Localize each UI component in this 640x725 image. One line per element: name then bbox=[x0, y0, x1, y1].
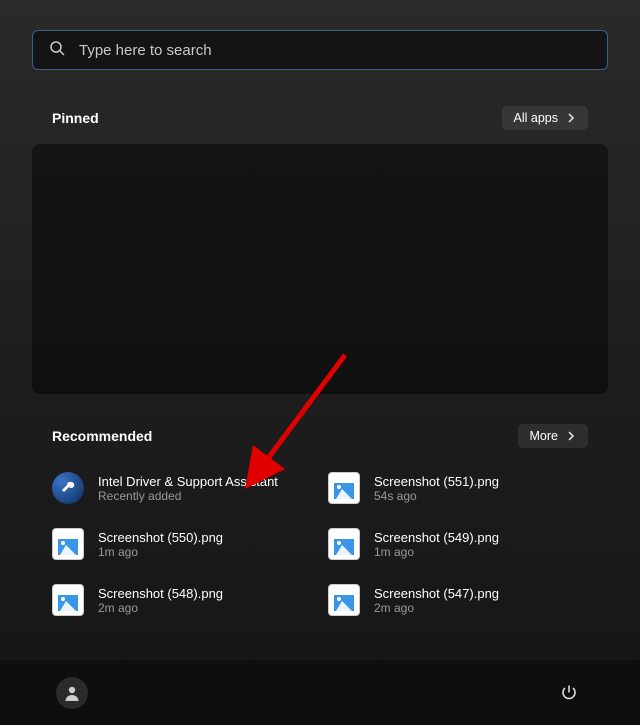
recommended-title: Recommended bbox=[52, 428, 152, 444]
recommended-item-subtitle: 2m ago bbox=[374, 601, 499, 615]
start-menu: Pinned All apps Recommended More Int bbox=[0, 0, 640, 618]
pinned-title: Pinned bbox=[52, 110, 99, 126]
recommended-item-title: Screenshot (549).png bbox=[374, 530, 499, 545]
recommended-item-title: Screenshot (547).png bbox=[374, 586, 499, 601]
image-file-icon bbox=[52, 528, 84, 560]
start-footer bbox=[0, 659, 640, 725]
recommended-item-subtitle: 2m ago bbox=[98, 601, 223, 615]
chevron-right-icon bbox=[566, 431, 576, 441]
recommended-item-subtitle: 1m ago bbox=[98, 545, 223, 559]
chevron-right-icon bbox=[566, 113, 576, 123]
more-button[interactable]: More bbox=[518, 424, 588, 448]
pinned-header: Pinned All apps bbox=[32, 106, 608, 130]
recommended-item-screenshot[interactable]: Screenshot (551).png 54s ago bbox=[328, 470, 588, 506]
recommended-item-title: Screenshot (548).png bbox=[98, 586, 223, 601]
recommended-item-subtitle: 54s ago bbox=[374, 489, 499, 503]
recommended-grid: Intel Driver & Support Assistant Recentl… bbox=[32, 462, 608, 618]
recommended-item-subtitle: Recently added bbox=[98, 489, 278, 503]
recommended-item-screenshot[interactable]: Screenshot (550).png 1m ago bbox=[52, 526, 312, 562]
recommended-header: Recommended More bbox=[32, 424, 608, 448]
recommended-item-title: Intel Driver & Support Assistant bbox=[98, 474, 278, 489]
recommended-item-title: Screenshot (551).png bbox=[374, 474, 499, 489]
recommended-item-title: Screenshot (550).png bbox=[98, 530, 223, 545]
search-input[interactable] bbox=[79, 42, 591, 59]
pinned-apps-area[interactable] bbox=[32, 144, 608, 394]
image-file-icon bbox=[328, 528, 360, 560]
intel-support-icon bbox=[52, 472, 84, 504]
recommended-item-screenshot[interactable]: Screenshot (547).png 2m ago bbox=[328, 582, 588, 618]
image-file-icon bbox=[328, 584, 360, 616]
image-file-icon bbox=[328, 472, 360, 504]
recommended-item-intel[interactable]: Intel Driver & Support Assistant Recentl… bbox=[52, 470, 312, 506]
user-account-button[interactable] bbox=[56, 677, 88, 709]
person-icon bbox=[63, 684, 81, 702]
recommended-item-subtitle: 1m ago bbox=[374, 545, 499, 559]
search-icon bbox=[49, 40, 65, 61]
power-icon bbox=[560, 684, 578, 702]
image-file-icon bbox=[52, 584, 84, 616]
recommended-item-screenshot[interactable]: Screenshot (548).png 2m ago bbox=[52, 582, 312, 618]
search-box[interactable] bbox=[32, 30, 608, 70]
all-apps-label: All apps bbox=[514, 111, 558, 125]
power-button[interactable] bbox=[554, 678, 584, 708]
recommended-item-screenshot[interactable]: Screenshot (549).png 1m ago bbox=[328, 526, 588, 562]
all-apps-button[interactable]: All apps bbox=[502, 106, 588, 130]
more-label: More bbox=[530, 429, 558, 443]
